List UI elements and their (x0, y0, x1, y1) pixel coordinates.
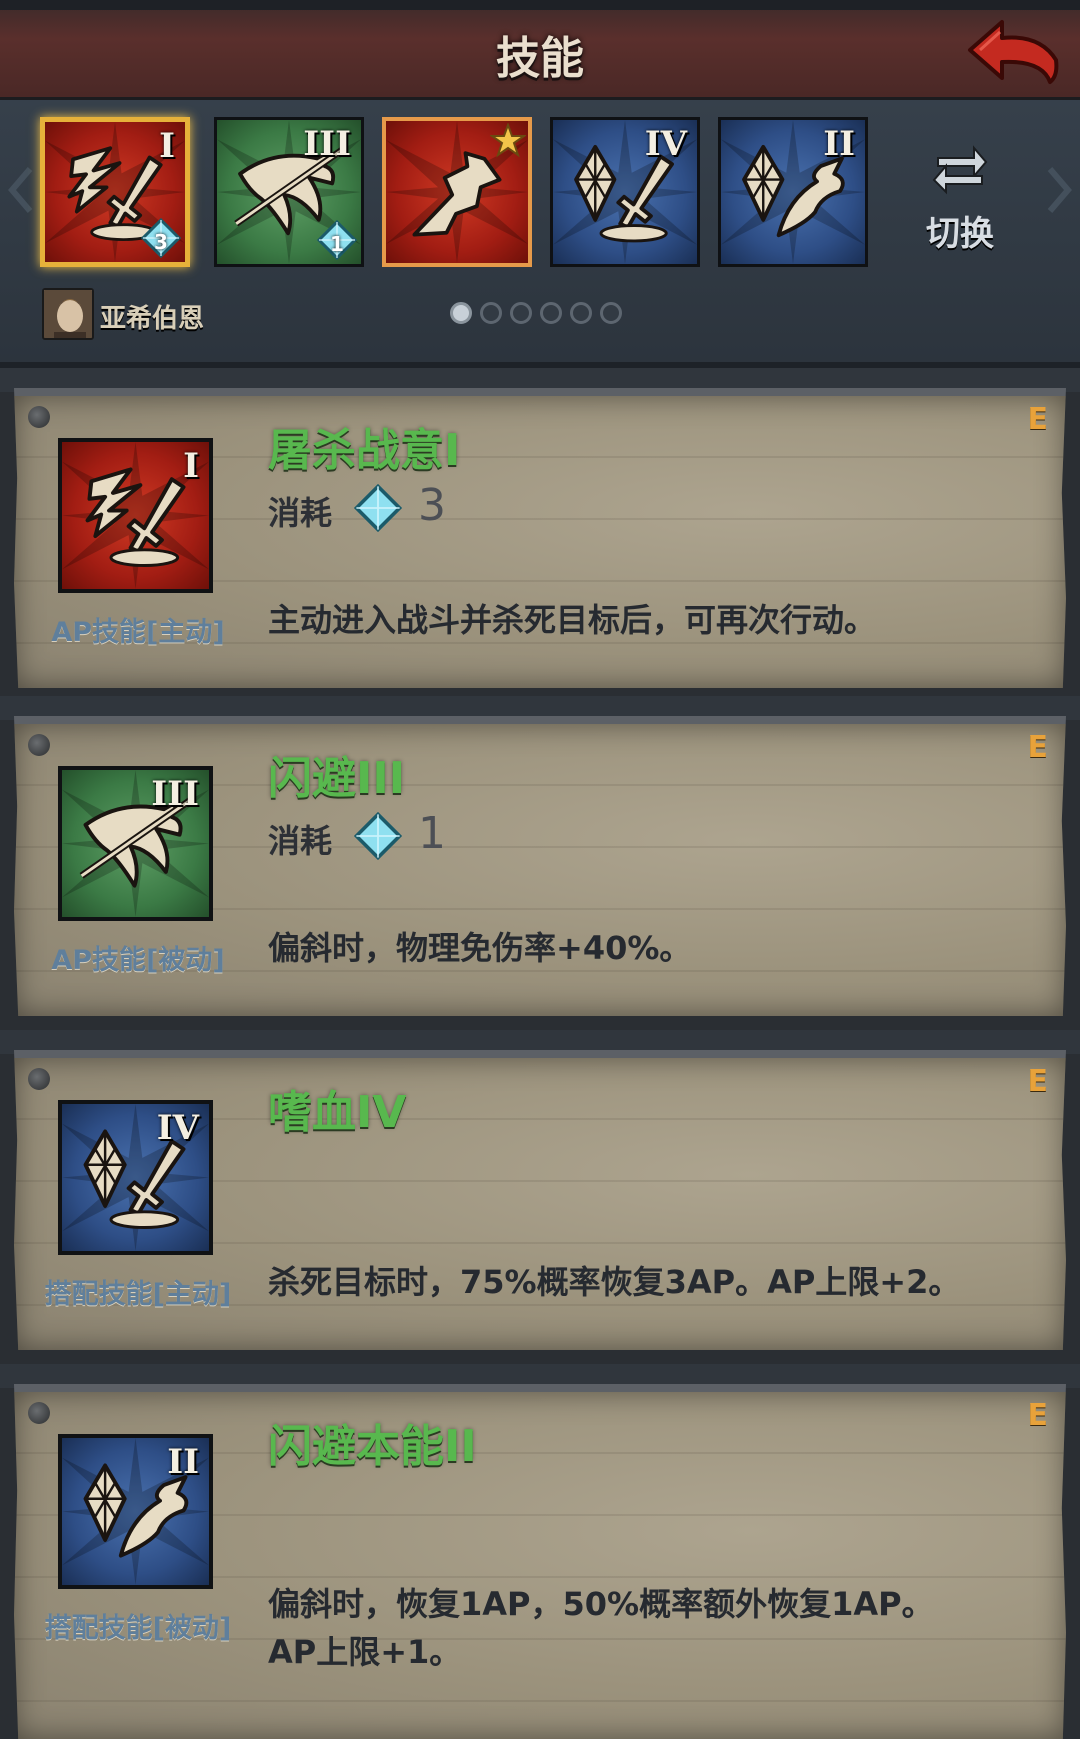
page-dot[interactable] (510, 302, 532, 324)
gem-icon (354, 812, 402, 860)
switch-label: 切换 (926, 214, 994, 254)
cost-label: 消耗 (268, 494, 333, 532)
skill-slot-dodge-instinct[interactable]: II (718, 117, 868, 267)
skill-type: 搭配技能[被动] (44, 1613, 232, 1644)
pin-icon (28, 1068, 50, 1090)
skill-icon: I (58, 438, 213, 593)
gem-icon (354, 484, 402, 532)
slot-gem-count: 3 (154, 230, 168, 254)
skill-card: E II 搭配技能[被动] 闪避本能II 偏斜时，恢复1AP，50%概率额外恢复… (14, 1384, 1066, 1739)
skill-description: 偏斜时，物理免伤率+40%。 (268, 929, 692, 967)
skill-description-line: 偏斜时，恢复1AP，50%概率额外恢复1AP。 (268, 1585, 934, 1623)
back-arrow-icon[interactable] (962, 16, 1062, 86)
page-dot[interactable] (600, 302, 622, 324)
skill-type: AP技能[主动] (51, 617, 225, 648)
skill-slot-slaughter[interactable]: I 3 (40, 117, 190, 267)
skill-level: II (167, 1442, 199, 1482)
chevron-left-icon[interactable] (8, 165, 34, 215)
pin-icon (28, 1402, 50, 1424)
skill-level: I (183, 446, 199, 486)
pin-icon (28, 406, 50, 428)
switch-icon (932, 145, 988, 195)
switch-button[interactable]: 切换 (920, 140, 1000, 254)
skill-description: 杀死目标时，75%概率恢复3AP。AP上限+2。 (268, 1263, 961, 1301)
page-dot[interactable] (450, 302, 472, 324)
skill-slot-dodge[interactable]: III 1 (214, 117, 364, 267)
skill-card: E I AP技能[主动] 屠杀战意I 消耗 3 主动进入战斗并杀死目标后，可再次… (14, 388, 1066, 688)
page-dot[interactable] (540, 302, 562, 324)
avatar[interactable] (42, 288, 94, 340)
skill-icon: III (58, 766, 213, 921)
cost-value: 1 (418, 808, 446, 859)
star-icon (490, 123, 526, 158)
skill-name: 闪避本能II (268, 1421, 477, 1472)
skill-grade: E (1027, 1398, 1049, 1433)
page-title: 技能 (496, 33, 584, 84)
skill-description: 偏斜时，恢复1AP，50%概率额外恢复1AP。 AP上限+1。 (268, 1580, 1028, 1676)
skill-grade: E (1027, 402, 1049, 437)
skill-name: 屠杀战意I (268, 425, 461, 476)
skill-description-line: AP上限+1。 (268, 1633, 462, 1671)
page-dot[interactable] (480, 302, 502, 324)
slot-level: IV (644, 124, 687, 164)
slot-level: III (303, 124, 351, 164)
hero-portrait-icon (44, 290, 92, 338)
skill-card: E III AP技能[被动] 闪避III 消耗 1 偏斜时，物理免伤率+40%。 (14, 716, 1066, 1016)
skill-slot-passive[interactable] (382, 117, 532, 267)
hero-name: 亚希伯恩 (100, 304, 205, 334)
page-dot[interactable] (570, 302, 592, 324)
slot-level: I (159, 126, 175, 166)
pin-icon (28, 734, 50, 756)
skill-name: 嗜血IV (268, 1087, 407, 1138)
skill-grade: E (1027, 1064, 1049, 1099)
skill-icon: II (58, 1434, 213, 1589)
cost-label: 消耗 (268, 822, 333, 860)
skill-level: III (151, 774, 199, 814)
skill-name: 闪避III (268, 753, 406, 804)
skill-type: 搭配技能[主动] (44, 1279, 232, 1310)
skill-card: E IV 搭配技能[主动] 嗜血IV 杀死目标时，75%概率恢复3AP。AP上限… (14, 1050, 1066, 1350)
chevron-right-icon[interactable] (1046, 165, 1072, 215)
skill-type: AP技能[被动] (51, 945, 225, 976)
slot-gem-count: 1 (330, 232, 344, 256)
skill-icon: IV (58, 1100, 213, 1255)
skill-description: 主动进入战斗并杀死目标后，可再次行动。 (268, 601, 877, 639)
cost-value: 3 (418, 480, 446, 531)
skill-level: IV (156, 1108, 199, 1148)
slot-level: II (823, 124, 855, 164)
skill-slot-bloodthirst[interactable]: IV (550, 117, 700, 267)
top-bar: 技能 (0, 0, 1080, 100)
skill-grade: E (1027, 730, 1049, 765)
